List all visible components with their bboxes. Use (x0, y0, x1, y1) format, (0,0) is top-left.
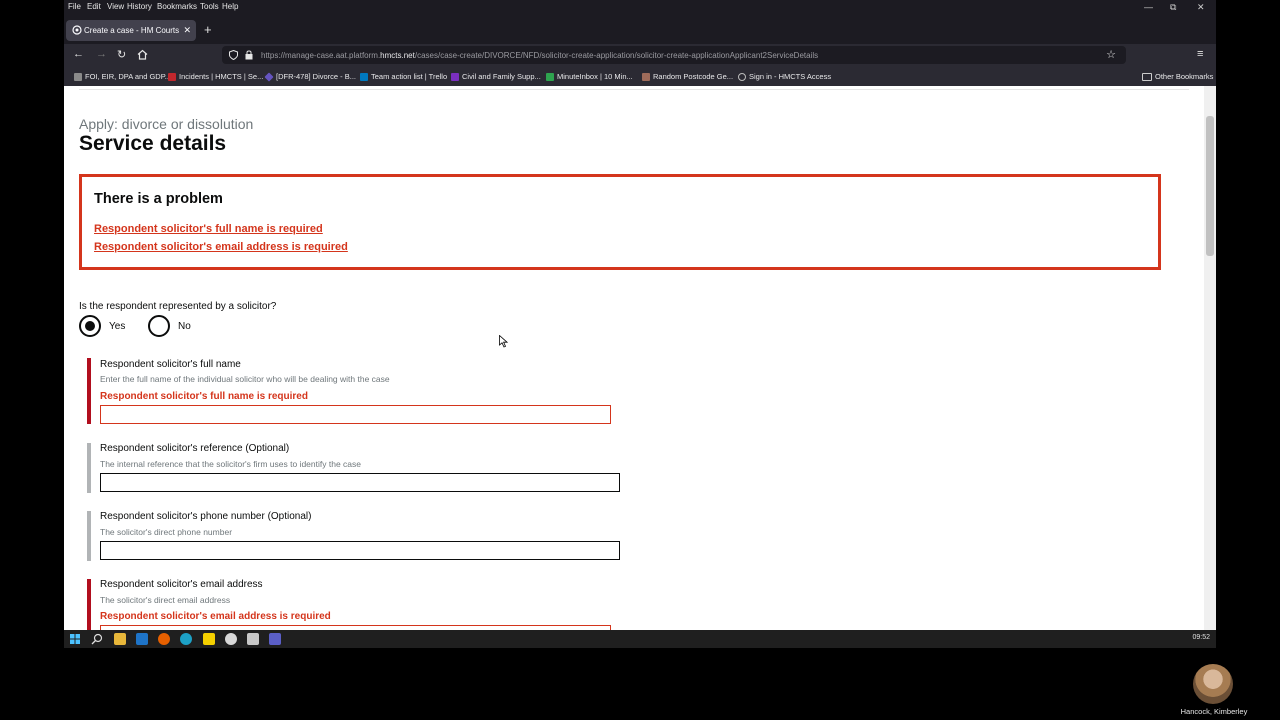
bookmark-item[interactable]: MinuteInbox | 10 Min... (546, 72, 633, 81)
menu-edit[interactable]: Edit (87, 2, 101, 11)
error-summary-title: There is a problem (94, 191, 223, 207)
minimize-icon[interactable]: — (1144, 2, 1153, 12)
snipping-icon[interactable] (225, 633, 237, 645)
bookmark-item[interactable]: Random Postcode Ge... (642, 72, 733, 81)
clock: 09:52 (1192, 634, 1210, 641)
radio-yes[interactable] (79, 315, 101, 337)
folder-icon (1142, 72, 1152, 81)
new-tab-icon[interactable]: + (204, 22, 212, 37)
trello-icon (360, 72, 368, 81)
group-bar (87, 443, 91, 493)
restore-icon[interactable]: ⧉ (1170, 2, 1176, 13)
field-group-email: Respondent solicitor's email address The… (87, 579, 647, 630)
scrollbar-thumb[interactable] (1206, 116, 1214, 256)
globe-icon (738, 72, 746, 81)
back-icon[interactable]: ← (73, 48, 84, 60)
menu-help[interactable]: Help (222, 2, 238, 11)
home-icon[interactable] (137, 49, 148, 60)
bookmark-item[interactable]: Incidents | HMCTS | Se... (168, 72, 263, 81)
teams-icon[interactable] (269, 633, 281, 645)
question-label: Is the respondent represented by a solic… (79, 301, 277, 312)
url-bar[interactable]: https://manage-case.aat.platform.hmcts.n… (222, 46, 1126, 64)
bookmark-item[interactable]: [DFR-478] Divorce - B... (264, 71, 356, 82)
field-hint: The internal reference that the solicito… (100, 459, 361, 469)
sticky-notes-icon[interactable] (203, 633, 215, 645)
menu-tools[interactable]: Tools (200, 2, 219, 11)
field-hint: The solicitor's direct phone number (100, 527, 233, 537)
firefox-icon[interactable] (158, 633, 170, 645)
lock-icon[interactable] (245, 50, 253, 60)
reload-icon[interactable]: ↻ (117, 48, 126, 61)
app-icon[interactable] (247, 633, 259, 645)
radio-no[interactable] (148, 315, 170, 337)
menu-view[interactable]: View (107, 2, 124, 11)
error-link-full-name[interactable]: Respondent solicitor's full name is requ… (94, 223, 323, 235)
edge-icon[interactable] (180, 633, 192, 645)
radio-no-label[interactable]: No (178, 321, 191, 332)
bookmark-item[interactable]: Sign in - HMCTS Access (738, 72, 831, 81)
url-text: https://manage-case.aat.platform.hmcts.n… (261, 51, 819, 60)
group-bar (87, 511, 91, 561)
file-explorer-icon[interactable] (114, 633, 126, 645)
tab-bar (64, 14, 1216, 44)
field-group-full-name: Respondent solicitor's full name Enter t… (87, 358, 647, 426)
bookmark-item[interactable]: Team action list | Trello (360, 72, 447, 81)
field-group-reference: Respondent solicitor's reference (Option… (87, 443, 647, 495)
windows-icon[interactable] (69, 633, 81, 645)
field-label: Respondent solicitor's email address (100, 579, 263, 590)
menu-history[interactable]: History (127, 2, 152, 11)
field-group-phone: Respondent solicitor's phone number (Opt… (87, 511, 647, 563)
field-error: Respondent solicitor's email address is … (100, 611, 331, 622)
onenote-icon (451, 72, 459, 81)
error-summary: There is a problem Respondent solicitor'… (79, 174, 1161, 270)
error-bar (87, 579, 91, 630)
menu-bar: File Edit View History Bookmarks Tools H… (64, 0, 1216, 14)
taskbar: 09:52 (64, 630, 1216, 648)
hamburger-menu-icon[interactable]: ≡ (1197, 48, 1203, 60)
close-window-icon[interactable]: ✕ (1197, 2, 1205, 13)
other-bookmarks[interactable]: Other Bookmarks (1142, 72, 1213, 81)
menu-bookmarks[interactable]: Bookmarks (157, 2, 197, 11)
forward-icon[interactable]: → (96, 48, 107, 60)
page-content: Apply: divorce or dissolution Service de… (64, 86, 1204, 630)
field-label: Respondent solicitor's full name (100, 359, 241, 370)
bookmark-star-icon[interactable]: ☆ (1106, 48, 1116, 61)
avatar (1193, 664, 1233, 704)
bookmark-item[interactable]: FOI, EIR, DPA and GDP... (74, 72, 171, 81)
tab-title: Create a case - HM Courts & Tr (84, 26, 180, 35)
phone-input[interactable] (100, 541, 620, 560)
shield-icon[interactable] (229, 50, 238, 60)
full-name-input[interactable] (100, 405, 611, 424)
crown-icon (72, 25, 82, 35)
mail-icon (546, 72, 554, 81)
mouse-cursor-icon (499, 335, 508, 348)
page-title: Service details (79, 132, 227, 155)
menu-file[interactable]: File (68, 2, 81, 11)
field-error: Respondent solicitor's full name is requ… (100, 391, 308, 402)
error-bar (87, 358, 91, 424)
page-caption: Apply: divorce or dissolution (79, 116, 254, 132)
field-hint: Enter the full name of the individual so… (100, 374, 390, 384)
reference-input[interactable] (100, 473, 620, 492)
bookmark-item[interactable]: Civil and Family Supp... (451, 72, 541, 81)
radio-selected-dot (85, 321, 95, 331)
bookmark-favicon-icon (264, 71, 274, 82)
participant-name: Hancock, Kimberley (1180, 707, 1248, 716)
outlook-icon[interactable] (136, 633, 148, 645)
field-label: Respondent solicitor's reference (Option… (100, 443, 290, 454)
error-link-email[interactable]: Respondent solicitor's email address is … (94, 241, 348, 253)
search-icon[interactable] (91, 633, 103, 645)
divider (79, 89, 1189, 90)
tab-close-icon[interactable]: ✕ (183, 25, 191, 36)
bookmarks-bar: FOI, EIR, DPA and GDP... Incidents | HMC… (64, 66, 1216, 86)
tab-active[interactable]: Create a case - HM Courts & Tr ✕ (66, 20, 196, 41)
bookmark-favicon-icon (168, 72, 176, 81)
field-label: Respondent solicitor's phone number (Opt… (100, 511, 312, 522)
radio-yes-label[interactable]: Yes (109, 321, 125, 332)
field-hint: The solicitor's direct email address (100, 595, 231, 605)
bookmark-favicon-icon (642, 72, 650, 81)
bookmark-favicon-icon (74, 72, 82, 81)
